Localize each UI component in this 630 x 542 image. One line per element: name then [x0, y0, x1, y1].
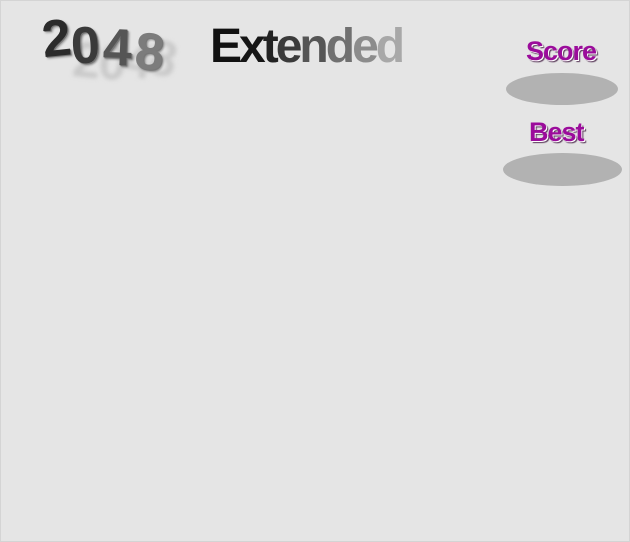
title-letter: x — [239, 20, 266, 73]
title-letter: n — [299, 20, 328, 73]
game-board-area[interactable] — [1, 201, 629, 541]
logo-digit: 2 — [39, 8, 70, 70]
score-value — [506, 73, 618, 105]
best-score-value — [503, 153, 622, 186]
title-letter: e — [352, 20, 379, 73]
logo-digit: 4 — [101, 18, 129, 78]
title-letter: d — [375, 20, 405, 73]
best-label: Best — [529, 117, 585, 147]
title-letter: t — [262, 20, 279, 73]
game-window: 2 0 4 8 2 0 4 8 Extended Score Best — [0, 0, 630, 542]
title-letter: d — [325, 20, 355, 73]
title-letter: E — [210, 20, 242, 73]
logo-digit: 8 — [132, 22, 163, 82]
title-letter: e — [275, 20, 303, 73]
logo-digit: 0 — [69, 16, 98, 76]
game-title: Extended — [210, 20, 405, 73]
game-logo: 2 0 4 8 2 0 4 8 — [39, 7, 199, 97]
score-label: Score — [526, 36, 597, 66]
